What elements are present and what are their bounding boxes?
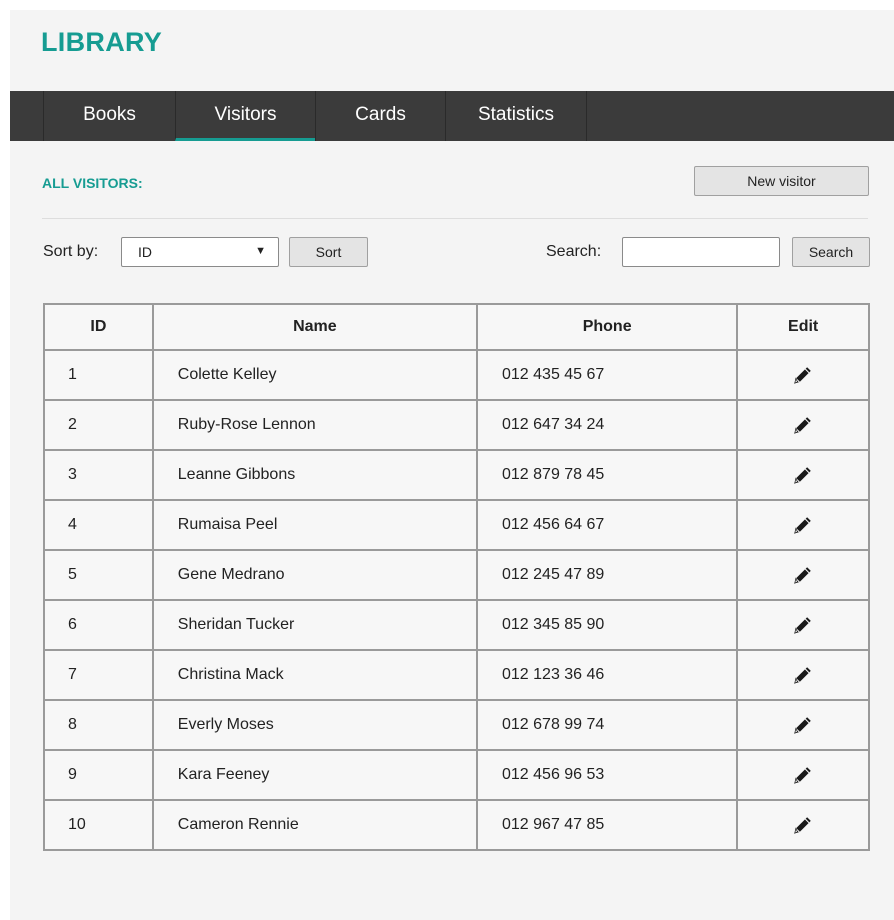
cell-id: 7 <box>43 649 154 701</box>
cell-id: 3 <box>43 449 154 501</box>
cell-edit <box>736 399 870 451</box>
table-row: 9 Kara Feeney 012 456 96 53 <box>43 749 870 801</box>
cell-name: Colette Kelley <box>151 349 479 401</box>
cell-edit <box>736 499 870 551</box>
pencil-icon[interactable] <box>792 814 814 836</box>
table-row: 7 Christina Mack 012 123 36 46 <box>43 649 870 701</box>
sort-select-value: ID <box>138 244 152 260</box>
pencil-icon[interactable] <box>792 414 814 436</box>
cell-edit <box>736 749 870 801</box>
cell-name: Leanne Gibbons <box>151 449 479 501</box>
cell-edit <box>736 449 870 501</box>
table-row: 10 Cameron Rennie 012 967 47 85 <box>43 799 870 851</box>
cell-edit <box>736 599 870 651</box>
table-row: 8 Everly Moses 012 678 99 74 <box>43 699 870 751</box>
table-row: 4 Rumaisa Peel 012 456 64 67 <box>43 499 870 551</box>
cell-phone: 012 647 34 24 <box>475 399 739 451</box>
cell-id: 10 <box>43 799 154 851</box>
sort-button[interactable]: Sort <box>289 237 368 267</box>
pencil-icon[interactable] <box>792 764 814 786</box>
search-button[interactable]: Search <box>792 237 870 267</box>
search-input[interactable] <box>622 237 780 267</box>
pencil-icon[interactable] <box>792 364 814 386</box>
cell-phone: 012 456 64 67 <box>475 499 739 551</box>
cell-name: Everly Moses <box>151 699 479 751</box>
cell-name: Sheridan Tucker <box>151 599 479 651</box>
cell-edit <box>736 799 870 851</box>
cell-id: 6 <box>43 599 154 651</box>
cell-name: Rumaisa Peel <box>151 499 479 551</box>
pencil-icon[interactable] <box>792 614 814 636</box>
tab-visitors[interactable]: Visitors <box>175 91 315 141</box>
pencil-icon[interactable] <box>792 664 814 686</box>
cell-id: 4 <box>43 499 154 551</box>
cell-phone: 012 123 36 46 <box>475 649 739 701</box>
chevron-down-icon: ▼ <box>255 245 266 257</box>
cell-phone: 012 435 45 67 <box>475 349 739 401</box>
table-body: 1 Colette Kelley 012 435 45 67 2 Ruby-Rose L… <box>43 349 870 851</box>
app-brand: LIBRARY <box>41 27 163 57</box>
table-header-row: ID Name Phone Edit <box>43 303 870 351</box>
cell-phone: 012 967 47 85 <box>475 799 739 851</box>
main-nav: Books Visitors Cards Statistics <box>10 91 894 141</box>
section-divider <box>42 218 868 219</box>
header-name: Name <box>151 303 479 351</box>
section-title: ALL VISITORS: <box>42 175 143 191</box>
cell-phone: 012 456 96 53 <box>475 749 739 801</box>
cell-id: 8 <box>43 699 154 751</box>
sort-label: Sort by: <box>43 243 99 260</box>
cell-edit <box>736 349 870 401</box>
library-page: LIBRARY Books Visitors Cards Statistics … <box>10 10 894 920</box>
tab-statistics[interactable]: Statistics <box>445 91 587 141</box>
cell-phone: 012 245 47 89 <box>475 549 739 601</box>
pencil-icon[interactable] <box>792 714 814 736</box>
cell-phone: 012 345 85 90 <box>475 599 739 651</box>
tab-books[interactable]: Books <box>43 91 175 141</box>
table-row: 2 Ruby-Rose Lennon 012 647 34 24 <box>43 399 870 451</box>
header-phone: Phone <box>475 303 739 351</box>
cell-name: Ruby-Rose Lennon <box>151 399 479 451</box>
visitors-table: ID Name Phone Edit 1 Colette Kelley 012 43… <box>43 303 870 851</box>
search-label: Search: <box>546 243 602 260</box>
header-id: ID <box>43 303 154 351</box>
pencil-icon[interactable] <box>792 464 814 486</box>
cell-edit <box>736 699 870 751</box>
new-visitor-button[interactable]: New visitor <box>694 166 869 196</box>
cell-edit <box>736 649 870 701</box>
cell-id: 1 <box>43 349 154 401</box>
cell-phone: 012 678 99 74 <box>475 699 739 751</box>
pencil-icon[interactable] <box>792 514 814 536</box>
cell-phone: 012 879 78 45 <box>475 449 739 501</box>
table-row: 1 Colette Kelley 012 435 45 67 <box>43 349 870 401</box>
pencil-icon[interactable] <box>792 564 814 586</box>
cell-name: Kara Feeney <box>151 749 479 801</box>
cell-name: Christina Mack <box>151 649 479 701</box>
table-row: 3 Leanne Gibbons 012 879 78 45 <box>43 449 870 501</box>
cell-name: Cameron Rennie <box>151 799 479 851</box>
sort-select[interactable]: ID ▼ <box>121 237 279 267</box>
cell-edit <box>736 549 870 601</box>
cell-name: Gene Medrano <box>151 549 479 601</box>
header-edit: Edit <box>736 303 870 351</box>
table-row: 6 Sheridan Tucker 012 345 85 90 <box>43 599 870 651</box>
table-row: 5 Gene Medrano 012 245 47 89 <box>43 549 870 601</box>
cell-id: 5 <box>43 549 154 601</box>
cell-id: 2 <box>43 399 154 451</box>
cell-id: 9 <box>43 749 154 801</box>
tab-cards[interactable]: Cards <box>315 91 445 141</box>
